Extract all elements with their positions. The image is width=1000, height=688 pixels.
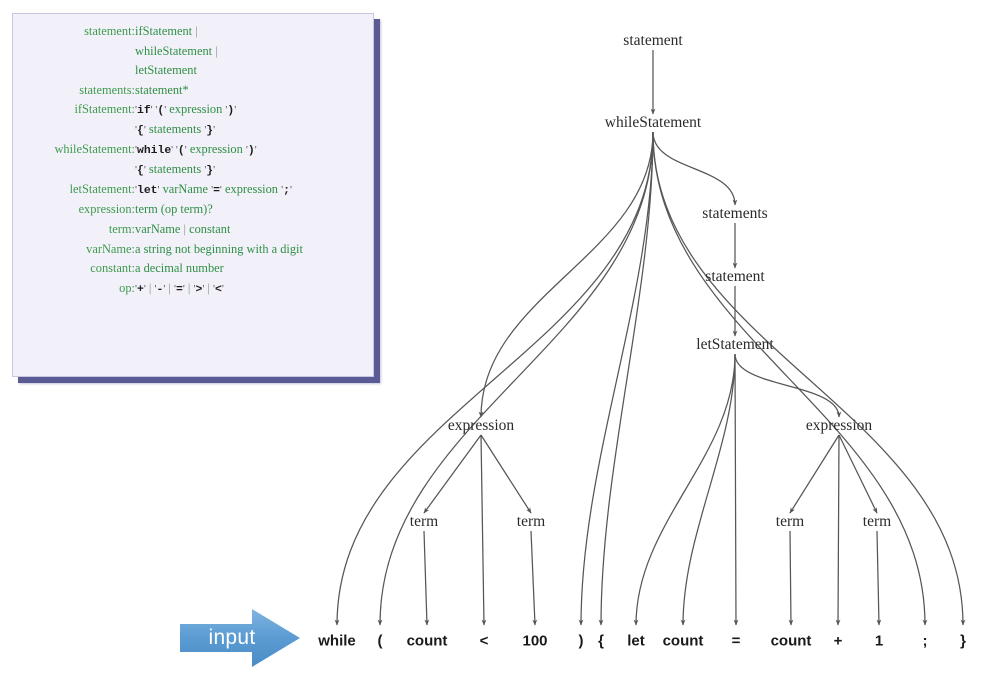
- tree-edge: [652, 131, 966, 626]
- input-token-t_plus: +: [833, 632, 843, 650]
- tree-edge: [734, 353, 842, 418]
- input-token-t_100: 100: [522, 632, 548, 650]
- tree-edge: [652, 131, 738, 206]
- tree-node-expression_l: expression: [447, 417, 515, 434]
- tree-edge: [788, 530, 794, 626]
- input-token-t_count3: count: [770, 632, 812, 650]
- tree-node-term_r1: term: [775, 513, 805, 530]
- tree-edge: [835, 434, 841, 626]
- tree-node-expression_r: expression: [805, 417, 873, 434]
- tree-node-term_l2: term: [516, 513, 546, 530]
- input-token-t_lt: <: [479, 632, 489, 650]
- tree-edge: [652, 131, 928, 626]
- tree-node-letStatement: letStatement: [696, 336, 774, 353]
- input-token-t_semi: ;: [922, 632, 928, 650]
- tree-edge: [598, 131, 654, 626]
- tree-edge: [480, 434, 487, 626]
- input-token-t_let: let: [627, 632, 645, 650]
- input-token-t_lbrace: {: [598, 632, 604, 650]
- input-token-t_lparen: (: [377, 632, 383, 650]
- input-token-t_rbrace: }: [960, 632, 966, 650]
- parse-tree-canvas: [334, 50, 966, 626]
- tree-node-term_r2: term: [862, 513, 892, 530]
- tree-node-statement_inner: statement: [705, 268, 765, 285]
- tree-edge: [480, 434, 532, 514]
- tree-edge: [530, 530, 538, 626]
- input-token-t_while: while: [318, 632, 356, 650]
- tree-node-whileStatement: whileStatement: [604, 114, 702, 131]
- tree-edge: [377, 131, 654, 626]
- tree-edge: [876, 530, 882, 626]
- tree-edge: [334, 131, 654, 626]
- input-arrow-label: input: [208, 626, 256, 649]
- tree-edge: [733, 353, 739, 626]
- tree-edge: [680, 353, 736, 626]
- input-token-t_count2: count: [662, 632, 704, 650]
- input-token-t_rparen: ): [578, 632, 584, 650]
- tree-edge: [789, 434, 840, 514]
- tree-node-term_l1: term: [409, 513, 439, 530]
- input-token-t_eq: =: [731, 632, 741, 650]
- input-token-t_count1: count: [406, 632, 448, 650]
- tree-edge: [423, 530, 430, 626]
- tree-node-statements: statements: [702, 205, 768, 222]
- tree-node-statement_root: statement: [623, 32, 683, 49]
- tree-edges: [334, 50, 966, 626]
- input-token-t_1: 1: [874, 632, 884, 650]
- tree-edge: [578, 131, 654, 626]
